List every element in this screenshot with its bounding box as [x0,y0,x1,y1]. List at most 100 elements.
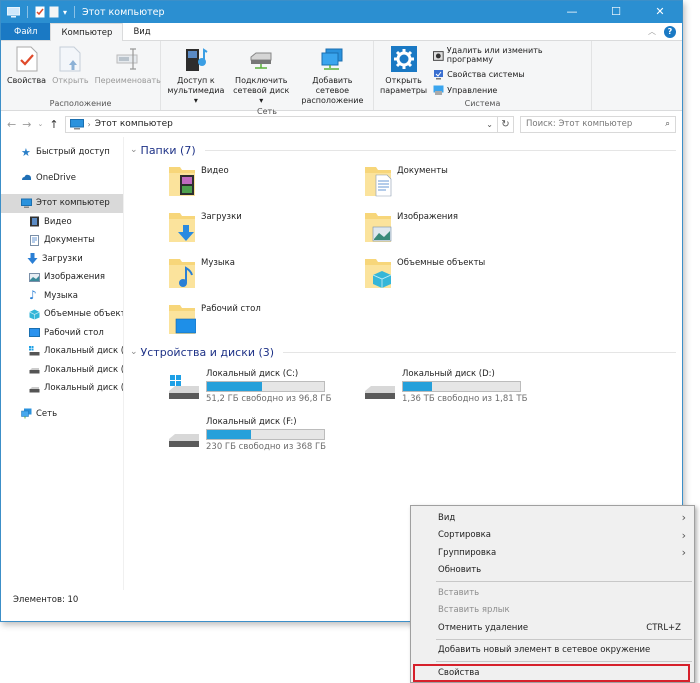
menu-separator [436,661,692,662]
sidebar-item-desktop[interactable]: Рабочий стол [1,324,123,343]
drive-free-space: 51,2 ГБ свободно из 96,8 ГБ [206,394,332,404]
open-settings-button[interactable]: Открыть параметры [378,44,429,98]
forward-arrow-icon[interactable]: → [22,118,31,131]
uninstall-program-button[interactable]: Удалить или изменить программу [433,46,587,64]
system-properties-button[interactable]: Свойства системы [433,69,587,80]
system-drive-icon [169,375,199,399]
video-icon [30,216,39,227]
search-input[interactable]: Поиск: Этот компьютер ⌕ [520,115,676,133]
sidebar-item-network[interactable]: Сеть [1,405,123,424]
folder-name: Документы [397,166,448,176]
rename-button[interactable]: Переименовать [93,44,163,98]
menu-item-paste-shortcut[interactable]: Вставить ярлык [411,602,694,620]
maximize-button[interactable]: ☐ [594,1,638,23]
star-icon: ★ [21,145,31,159]
drive-f[interactable]: Локальный диск (F:) 230 ГБ свободно из 3… [168,413,364,461]
media-access-icon [185,48,208,71]
menu-item-sort[interactable]: Сортировка › [411,527,694,545]
recent-locations-chevron-icon[interactable]: ⌄ [37,120,43,128]
collapse-chevron-icon[interactable]: ⌄ [130,347,138,357]
search-icon[interactable]: ⌕ [665,119,670,129]
menu-item-label: Отменить удаление [438,622,529,633]
refresh-icon[interactable]: ↻ [498,115,514,133]
sidebar-item-downloads[interactable]: Загрузки [1,250,123,269]
sidebar-item-label: Локальный диск (F:) [44,383,123,394]
close-button[interactable]: ✕ [638,1,682,23]
drive-usage-fill [207,382,262,391]
tab-computer[interactable]: Компьютер [50,23,124,41]
menu-item-undo-delete[interactable]: Отменить удаление CTRL+Z [411,619,694,637]
properties-quick-icon[interactable] [35,6,45,18]
back-arrow-icon[interactable]: ← [7,118,16,131]
drive-c[interactable]: Локальный диск (C:) 51,2 ГБ свободно из … [168,365,364,413]
up-arrow-icon[interactable]: ↑ [49,118,58,131]
folder-name: Объемные объекты [397,258,486,268]
menu-item-properties[interactable]: Свойства [413,664,690,682]
folder-3d-objects[interactable]: Объемные объекты [364,251,560,297]
menu-item-paste[interactable]: Вставить [411,584,694,602]
folder-documents[interactable]: Документы [364,159,560,205]
map-network-drive-button[interactable]: Подключить сетевой диск ▾ [231,44,292,106]
submenu-chevron-icon: › [681,528,686,542]
submenu-chevron-icon: › [681,511,686,525]
folder-downloads[interactable]: Загрузки [168,205,364,251]
folder-name: Музыка [201,258,235,268]
menu-item-refresh[interactable]: Обновить [411,562,694,580]
breadcrumb-this-pc[interactable]: Этот компьютер [95,119,173,129]
folders-section-header[interactable]: ⌄ Папки (7) [130,141,682,159]
folder-pictures[interactable]: Изображения [364,205,560,251]
address-bar[interactable]: › Этот компьютер ⌄ [64,115,498,133]
drive-d[interactable]: Локальный диск (D:) 1,36 ТБ свободно из … [364,365,560,413]
help-icon[interactable]: ? [664,25,676,38]
media-access-label-1: Доступ к [177,76,215,85]
menu-item-view[interactable]: Вид › [411,509,694,527]
collapse-ribbon-icon[interactable]: ︿ [648,26,656,37]
media-access-label-2: мультимедиа ▾ [167,86,225,105]
music-icon: ♪ [29,288,37,303]
sidebar-item-this-pc[interactable]: Этот компьютер [1,194,123,213]
rename-label: Переименовать [94,76,161,85]
new-folder-quick-icon[interactable] [49,6,59,18]
drive-icon [29,368,40,374]
folder-name: Рабочий стол [201,304,261,314]
menu-item-group[interactable]: Группировка › [411,544,694,562]
menu-item-add-network-location[interactable]: Добавить новый элемент в сетевое окружен… [411,642,694,660]
add-network-location-icon [321,48,343,70]
address-history-chevron-icon[interactable]: ⌄ [486,120,493,129]
drives-section-header[interactable]: ⌄ Устройства и диски (3) [130,343,682,361]
folder-video[interactable]: Видео [168,159,364,205]
customize-qa-dropdown-icon[interactable]: ▾ [63,8,67,17]
sidebar-item-label: Этот компьютер [36,198,110,209]
sidebar-item-video[interactable]: Видео [1,213,123,232]
sidebar-item-label: Документы [44,235,95,246]
sidebar-item-drive-c[interactable]: Локальный диск (C:) [1,342,123,361]
sidebar-item-documents[interactable]: Документы [1,231,123,250]
properties-button[interactable]: Свойства [5,44,48,98]
minimize-button[interactable]: — [550,1,594,23]
sidebar-item-pictures[interactable]: Изображения [1,268,123,287]
sidebar-item-onedrive[interactable]: OneDrive [1,169,123,188]
sidebar-item-label: Загрузки [42,253,83,264]
manage-button[interactable]: Управление [433,85,587,96]
sidebar-item-quick-access[interactable]: ★ Быстрый доступ [1,143,123,162]
desktop-folder-icon [169,305,196,334]
folder-music[interactable]: Музыка [168,251,364,297]
drive-usage-fill [403,382,433,391]
sidebar-item-drive-f[interactable]: Локальный диск (F:) [1,379,123,398]
open-button[interactable]: Открыть [50,44,91,98]
tab-file[interactable]: Файл [1,23,51,40]
3d-objects-folder-icon [365,259,392,288]
folder-desktop[interactable]: Рабочий стол [168,297,364,343]
media-access-button[interactable]: Доступ к мультимедиа ▾ [165,44,227,106]
drive-usage-bar [402,381,521,392]
tab-view[interactable]: Вид [123,23,160,40]
sidebar-item-3d-objects[interactable]: Объемные объекты [1,305,123,324]
collapse-chevron-icon[interactable]: ⌄ [130,145,138,155]
add-network-location-button[interactable]: Добавить сетевое расположение [296,44,369,106]
sidebar-item-label: Локальный диск (D:) [44,364,123,375]
drive-icon [29,345,40,356]
documents-folder-icon [365,167,392,197]
sidebar-item-drive-d[interactable]: Локальный диск (D:) [1,361,123,380]
sidebar-item-music[interactable]: ♪ Музыка [1,287,123,306]
folder-name: Загрузки [201,212,242,222]
